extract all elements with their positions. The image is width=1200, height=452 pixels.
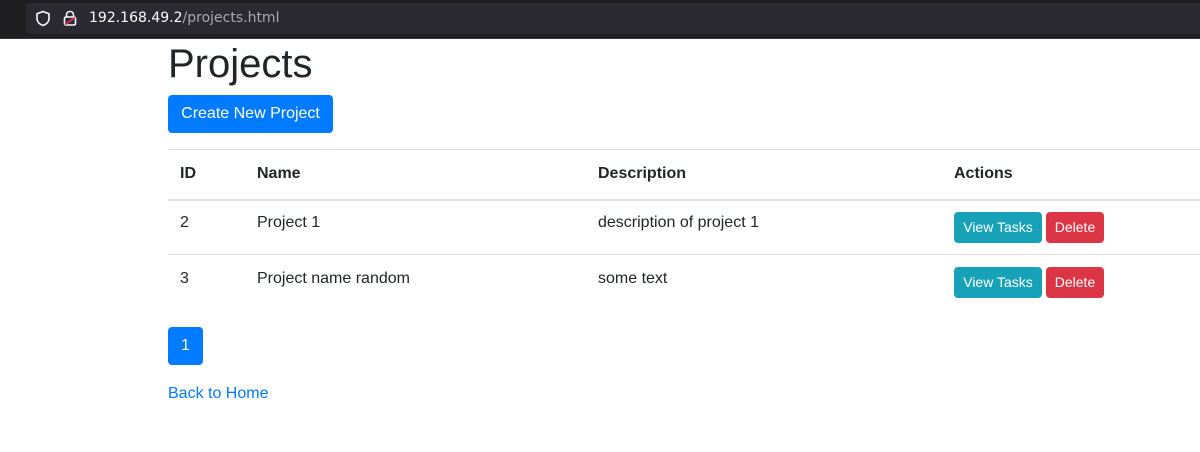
column-header-description: Description — [598, 165, 687, 183]
view-tasks-button[interactable]: View Tasks — [954, 211, 1042, 243]
table-row: 2 Project 1 description of project 1 Vie… — [168, 200, 1200, 255]
project-name: Project name random — [257, 269, 410, 287]
column-header-id: ID — [180, 165, 196, 183]
lock-icon[interactable] — [63, 10, 77, 26]
column-header-actions: Actions — [954, 165, 1013, 183]
view-tasks-button[interactable]: View Tasks — [954, 267, 1042, 299]
table-row: 3 Project name random some text View Tas… — [168, 255, 1200, 311]
delete-button[interactable]: Delete — [1046, 267, 1104, 299]
project-description: description of project 1 — [598, 214, 759, 232]
shield-icon[interactable] — [35, 10, 51, 27]
table-header-row: ID Name Description Actions — [168, 149, 1200, 200]
back-to-home-link[interactable]: Back to Home — [168, 384, 268, 403]
url-path: /projects.html — [182, 10, 280, 26]
project-id: 2 — [180, 214, 189, 232]
project-actions: View Tasks Delete — [942, 200, 1200, 255]
create-project-button[interactable]: Create New Project — [168, 95, 333, 133]
projects-table: ID Name Description Actions 2 Project 1 … — [168, 149, 1200, 311]
project-description: some text — [598, 269, 668, 287]
url-text[interactable]: 192.168.49.2/projects.html — [89, 9, 279, 27]
browser-toolbar: 192.168.49.2/projects.html — [0, 0, 1200, 39]
pagination-page-1[interactable]: 1 — [168, 327, 203, 365]
project-name: Project 1 — [257, 214, 321, 232]
delete-button[interactable]: Delete — [1046, 211, 1104, 243]
url-host: 192.168.49.2 — [89, 10, 183, 26]
project-id: 3 — [180, 269, 189, 287]
column-header-name: Name — [257, 165, 301, 183]
page-title: Projects — [168, 42, 313, 86]
project-actions: View Tasks Delete — [942, 255, 1200, 311]
